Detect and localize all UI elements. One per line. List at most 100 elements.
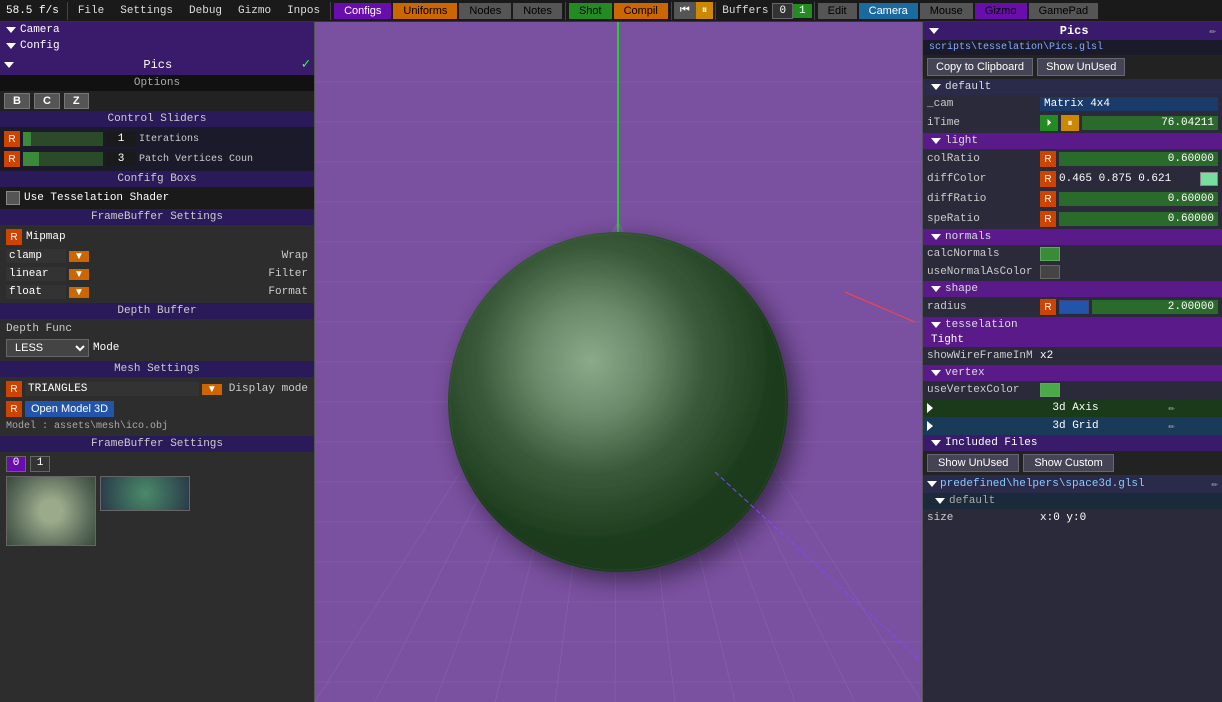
prop-colratio-val: 0.60000 — [1059, 152, 1218, 166]
diffcolor-r-btn[interactable]: R — [1040, 171, 1056, 187]
fb-num-0[interactable]: 0 — [6, 456, 26, 472]
mipmap-r-btn[interactable]: R — [6, 229, 22, 245]
opt-c[interactable]: C — [34, 93, 60, 109]
use-tesselation-check[interactable] — [6, 191, 20, 205]
copy-clipboard-btn[interactable]: Copy to Clipboard — [927, 58, 1033, 76]
inc-files-header[interactable]: Included Files — [923, 435, 1222, 451]
opt-z[interactable]: Z — [64, 93, 89, 109]
predefined-edit-icon[interactable]: ✏ — [1211, 477, 1218, 491]
use-tesselation-label: Use Tesselation Shader — [24, 192, 169, 204]
show-custom-btn[interactable]: Show Custom — [1023, 454, 1113, 472]
show-unused-top-btn[interactable]: Show UnUsed — [1037, 58, 1125, 76]
itime-pause-btn[interactable]: ⏸ — [1061, 115, 1079, 131]
grid-3d-row[interactable]: 3d Grid ✏ — [923, 417, 1222, 435]
rp-title: Pics — [939, 24, 1209, 38]
speratio-r-btn[interactable]: R — [1040, 211, 1056, 227]
rp-tesselation-group[interactable]: tesselation — [923, 317, 1222, 333]
diffratio-r-btn[interactable]: R — [1040, 191, 1056, 207]
section-camera[interactable]: Camera — [0, 22, 314, 38]
buffer-count: 1 — [793, 4, 812, 18]
slider-row-2: R 3 Patch Vertices Coun — [2, 149, 312, 169]
open-model-r-btn[interactable]: R — [6, 401, 22, 417]
prop-cam-name: _cam — [927, 98, 1037, 110]
tab-uniforms[interactable]: Uniforms — [393, 3, 457, 19]
colratio-r-btn[interactable]: R — [1040, 151, 1056, 167]
rp-copy-row: Copy to Clipboard Show UnUsed — [923, 55, 1222, 79]
show-unused-btn[interactable]: Show UnUsed — [927, 454, 1019, 472]
filter-row: linear ▼ Filter — [4, 265, 310, 283]
wrap-dropdown-arrow[interactable]: ▼ — [69, 251, 89, 262]
slider-val-2: 3 — [106, 152, 136, 166]
rp-default-group[interactable]: default — [923, 79, 1222, 95]
radius-r-btn[interactable]: R — [1040, 299, 1056, 315]
itime-play-btn[interactable]: ⏵ — [1040, 115, 1058, 131]
tab-gamepad[interactable]: GamePad — [1029, 3, 1099, 19]
framebuffer-bottom-label: FrameBuffer Settings — [0, 436, 314, 452]
framebuffer-label: FrameBuffer Settings — [0, 209, 314, 225]
tab-camera[interactable]: Camera — [859, 3, 918, 19]
model-path: Model : assets\mesh\ico.obj — [4, 419, 310, 434]
tab-gizmo[interactable]: Gizmo — [975, 3, 1027, 19]
opt-b[interactable]: B — [4, 93, 30, 109]
rp-vertex-group[interactable]: vertex — [923, 365, 1222, 381]
shape-label: shape — [945, 283, 978, 295]
viewport[interactable] — [315, 22, 922, 702]
pics-header: Pics ✓ — [0, 54, 314, 75]
fb-nums: 0 1 — [4, 454, 310, 474]
options-label: Options — [0, 75, 314, 91]
depth-mode-select[interactable]: LESS GREATER EQUAL — [6, 339, 89, 357]
filter-dropdown-arrow[interactable]: ▼ — [69, 269, 89, 280]
depth-section: Depth Func LESS GREATER EQUAL Mode — [0, 319, 314, 361]
tab-shot[interactable]: Shot — [569, 3, 612, 19]
pics-check[interactable]: ✓ — [302, 56, 310, 73]
rp-edit-icon[interactable]: ✏ — [1209, 24, 1216, 38]
inc-files-label: Included Files — [945, 437, 1037, 449]
format-dropdown-arrow[interactable]: ▼ — [69, 287, 89, 298]
prop-usenormalascolor-name: useNormalAsColor — [927, 266, 1037, 278]
diffcolor-swatch[interactable] — [1200, 172, 1218, 186]
section-config[interactable]: Config — [0, 38, 314, 54]
prop-size-val: x:0 y:0 — [1040, 512, 1086, 524]
open-model-btn[interactable]: Open Model 3D — [25, 401, 114, 417]
default-label: default — [945, 81, 991, 93]
tab-edit[interactable]: Edit — [818, 3, 857, 19]
rp-light-group[interactable]: light — [923, 133, 1222, 149]
mesh-settings-label: Mesh Settings — [0, 361, 314, 377]
usenormalascolor-toggle[interactable] — [1040, 265, 1060, 279]
prop-speratio: speRatio R 0.60000 — [923, 209, 1222, 229]
axis-edit-icon[interactable]: ✏ — [1125, 401, 1218, 415]
usevertexcolor-toggle[interactable] — [1040, 383, 1060, 397]
slider-track-1[interactable] — [23, 132, 103, 146]
fb-num-1[interactable]: 1 — [30, 456, 50, 472]
file-item-predefined: predefined\helpers\space3d.glsl ✏ — [923, 475, 1222, 493]
slider-fill-2 — [23, 152, 39, 166]
predefined-filename: predefined\helpers\space3d.glsl — [940, 478, 1208, 490]
tab-mouse[interactable]: Mouse — [920, 3, 973, 19]
tab-configs[interactable]: Configs — [334, 3, 391, 19]
tab-nodes[interactable]: Nodes — [459, 3, 511, 19]
grid-edit-icon[interactable]: ✏ — [1125, 419, 1218, 433]
tab-compil[interactable]: Compil — [614, 3, 668, 19]
fb-thumb-col — [100, 476, 190, 546]
radius-color-bar[interactable] — [1059, 300, 1089, 314]
slider-r-btn-2[interactable]: R — [4, 151, 20, 167]
transport-pause[interactable]: ⏸ — [696, 2, 714, 19]
menu-inpos[interactable]: Inpos — [279, 3, 328, 19]
slider-r-btn-1[interactable]: R — [4, 131, 20, 147]
tab-notes[interactable]: Notes — [513, 3, 562, 19]
sliders-section: R 1 Iterations R 3 Patch Vertices Coun — [0, 127, 314, 171]
rp-normals-group[interactable]: normals — [923, 229, 1222, 245]
axis-3d-row[interactable]: 3d Axis ✏ — [923, 399, 1222, 417]
mesh-r-btn[interactable]: R — [6, 381, 22, 397]
default-sub[interactable]: default — [923, 493, 1222, 509]
menu-gizmo[interactable]: Gizmo — [230, 3, 279, 19]
prop-usevertexcolor: useVertexColor — [923, 381, 1222, 399]
menu-debug[interactable]: Debug — [181, 3, 230, 19]
triangles-dropdown-arrow[interactable]: ▼ — [202, 384, 222, 395]
menu-settings[interactable]: Settings — [112, 3, 181, 19]
calcnormals-toggle[interactable] — [1040, 247, 1060, 261]
menu-file[interactable]: File — [70, 3, 112, 19]
slider-track-2[interactable] — [23, 152, 103, 166]
rp-shape-group[interactable]: shape — [923, 281, 1222, 297]
transport-prev[interactable]: ⏮ — [674, 2, 696, 19]
